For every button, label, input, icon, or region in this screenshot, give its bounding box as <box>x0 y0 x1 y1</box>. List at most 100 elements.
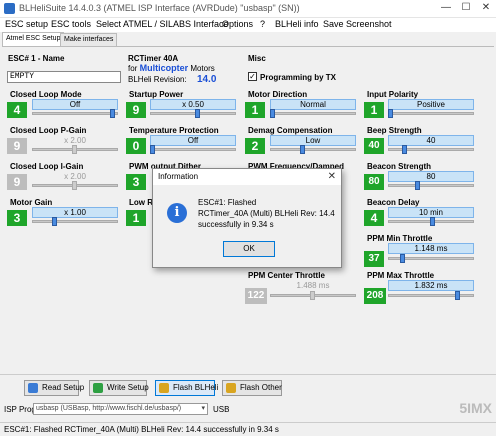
minimize-button[interactable]: — <box>438 0 454 16</box>
beep-strength-slider[interactable] <box>388 148 474 151</box>
input-polarity-num: 1 <box>364 102 384 118</box>
misc-label: Misc <box>248 54 266 63</box>
ppm-center-label: PPM Center Throttle <box>248 271 325 280</box>
ppm-min-label: PPM Min Throttle <box>367 234 433 243</box>
read-setup-button[interactable]: Read Setup <box>24 380 84 396</box>
temp-protection-value: Off <box>150 135 236 146</box>
temp-protection-thumb[interactable] <box>150 145 155 154</box>
demag-label: Demag Compensation <box>248 126 333 135</box>
maximize-button[interactable]: ☐ <box>458 0 474 16</box>
motor-gain-label: Motor Gain <box>10 198 53 207</box>
flash-other-icon <box>226 383 236 393</box>
ppm-center-thumb[interactable] <box>310 291 315 300</box>
ppm-min-value: 1.148 ms <box>388 243 474 254</box>
read-icon <box>28 383 38 393</box>
closed-loop-i-num: 9 <box>7 174 27 190</box>
beacon-strength-value: 80 <box>388 171 474 182</box>
startup-power-value: x 0.50 <box>150 99 236 110</box>
isp-row: ISP Prog: usbasp (USBasp, http://www.fis… <box>0 401 496 417</box>
chevron-down-icon[interactable]: ▾ <box>201 404 205 414</box>
programming-by-tx-checkbox[interactable]: ✓ <box>248 72 257 81</box>
esc-name-field[interactable]: EMPTY <box>7 71 121 83</box>
ppm-min-thumb[interactable] <box>400 254 405 263</box>
app-icon <box>4 3 15 14</box>
firmware-model: RCTimer 40A <box>128 54 179 63</box>
temp-protection-num: 0 <box>126 138 146 154</box>
flash-blheli-button[interactable]: Flash BLHeli <box>155 380 218 396</box>
beacon-strength-num: 80 <box>364 174 384 190</box>
beep-strength-num: 40 <box>364 138 384 154</box>
tab-make-interfaces[interactable]: Make interfaces <box>60 33 118 46</box>
input-polarity-label: Input Polarity <box>367 90 419 99</box>
beacon-strength-thumb[interactable] <box>415 181 420 190</box>
motor-direction-label: Motor Direction <box>248 90 308 99</box>
menu-blheli-info[interactable]: BLHeli info <box>275 19 319 29</box>
firmware-type: Multicopter <box>139 63 189 73</box>
motors-label: Motors <box>190 64 215 73</box>
motor-gain-value: x 1.00 <box>32 207 118 218</box>
demag-thumb[interactable] <box>300 145 305 154</box>
write-icon <box>93 383 103 393</box>
input-polarity-thumb[interactable] <box>388 109 393 118</box>
programming-by-tx-label: Programming by TX <box>260 73 337 82</box>
write-setup-button[interactable]: Write Setup <box>89 380 149 396</box>
closed-loop-mode-slider[interactable] <box>32 112 118 115</box>
demag-slider[interactable] <box>270 148 356 151</box>
ppm-max-num: 208 <box>364 288 386 304</box>
closed-loop-mode-thumb[interactable] <box>110 109 115 118</box>
closed-loop-mode-num: 4 <box>7 102 27 118</box>
ok-button[interactable]: OK <box>223 241 275 257</box>
for-label: for <box>128 64 138 73</box>
motor-gain-num: 3 <box>7 210 27 226</box>
motor-direction-thumb[interactable] <box>270 109 275 118</box>
closed-loop-mode-value: Off <box>32 99 118 110</box>
motor-direction-num: 1 <box>245 102 265 118</box>
beacon-delay-thumb[interactable] <box>430 217 435 226</box>
ppm-max-thumb[interactable] <box>455 291 460 300</box>
beep-strength-thumb[interactable] <box>402 145 407 154</box>
motor-gain-thumb[interactable] <box>52 217 57 226</box>
closed-loop-p-label: Closed Loop P-Gain <box>10 126 87 135</box>
revision-line: BLHeli Revision: 14.0 <box>128 74 216 85</box>
motor-direction-slider[interactable] <box>270 112 356 115</box>
beacon-strength-slider[interactable] <box>388 184 474 187</box>
menu-select-interface[interactable]: Select ATMEL / SILABS Interface <box>96 19 229 29</box>
closed-loop-i-thumb[interactable] <box>72 181 77 190</box>
input-polarity-slider[interactable] <box>388 112 474 115</box>
menu-esc-setup[interactable]: ESC setup <box>5 19 48 29</box>
startup-power-num: 9 <box>126 102 146 118</box>
low-rpm-num: 1 <box>126 210 146 226</box>
beep-strength-value: 40 <box>388 135 474 146</box>
temp-protection-slider[interactable] <box>150 148 236 151</box>
tab-atmel-esc-setup[interactable]: Atmel ESC Setup <box>2 32 65 46</box>
flash-other-button[interactable]: Flash Other <box>222 380 282 396</box>
beacon-strength-label: Beacon Strength <box>367 162 432 171</box>
isp-programmer-select[interactable]: usbasp (USBasp, http://www.fischl.de/usb… <box>33 403 208 415</box>
esc-name-label: ESC# 1 - Name <box>8 54 65 63</box>
ppm-min-num: 37 <box>364 251 384 267</box>
menu-esc-tools[interactable]: ESC tools <box>51 19 91 29</box>
firmware-for-line: for Multicopter Motors <box>128 63 215 73</box>
dialog-message-line1: ESC#1: Flashed <box>198 198 257 207</box>
closed-loop-i-label: Closed Loop I-Gain <box>10 162 84 171</box>
isp-port-label: USB <box>213 405 230 414</box>
ppm-max-value: 1.832 ms <box>388 280 474 291</box>
closed-loop-p-thumb[interactable] <box>72 145 77 154</box>
motor-gain-slider[interactable] <box>32 220 118 223</box>
dialog-close-icon[interactable]: ✕ <box>328 171 336 182</box>
title-bar: BLHeliSuite 14.4.0.3 (ATMEL ISP Interfac… <box>0 0 496 18</box>
status-bar: ESC#1: Flashed RCTimer_40A (Multi) BLHel… <box>0 422 496 436</box>
input-polarity-value: Positive <box>388 99 474 110</box>
startup-power-label: Startup Power <box>129 90 184 99</box>
isp-programmer-value: usbasp (USBasp, http://www.fischl.de/usb… <box>36 405 182 412</box>
menu-save-screenshot[interactable]: Save Screenshot <box>323 19 392 29</box>
startup-power-thumb[interactable] <box>195 109 200 118</box>
action-bar: Read Setup Write Setup Flash BLHeli Flas… <box>0 374 496 400</box>
startup-power-slider[interactable] <box>150 112 236 115</box>
menu-help[interactable]: ? <box>260 19 265 29</box>
menu-options[interactable]: Options <box>222 19 253 29</box>
dialog-message-line2: RCTimer_40A (Multi) BLHeli Rev: 14.4 <box>198 209 335 218</box>
close-button[interactable]: ✕ <box>478 0 494 16</box>
closed-loop-mode-label: Closed Loop Mode <box>10 90 82 99</box>
ppm-max-slider[interactable] <box>388 294 474 297</box>
